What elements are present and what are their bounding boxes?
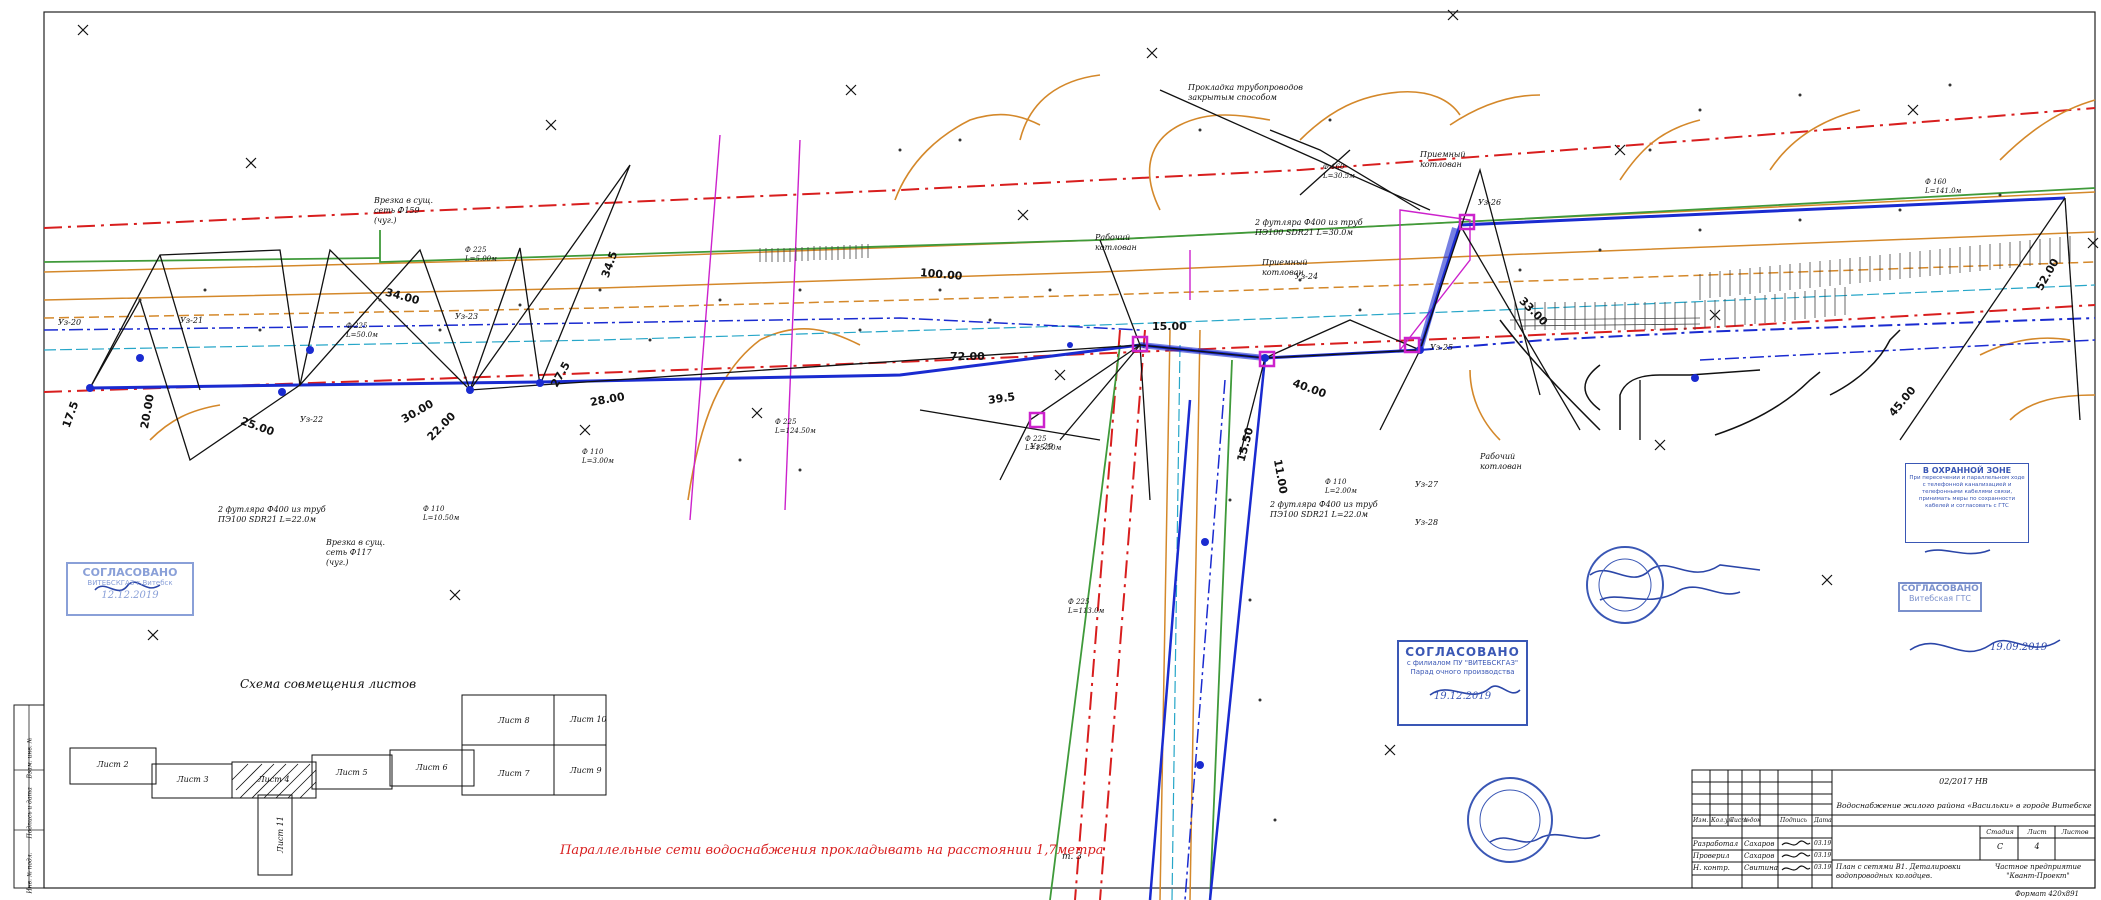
drawing-name: План с сетями В1. Деталировки водопровод…	[1836, 863, 1961, 880]
col-head: №док	[1744, 817, 1761, 824]
sheet-label: Лист 4	[258, 775, 290, 784]
sheet-label: Лист 5	[336, 768, 368, 777]
sheet-header: Лист	[2027, 828, 2047, 836]
agreed-stamp-left: СОГЛАСОВАНО ВИТЕБСКГАЗ г.Витебск 12.12.2…	[66, 562, 194, 616]
pipe-note-2: 2 футляра Ф400 из труб ПЭ100 SDR21 L=30.…	[1255, 218, 1363, 237]
terrain-contours	[149, 74, 2096, 501]
tie-in-note-1: Врезка в сущ. сеть Ф159 (чуг.)	[374, 196, 434, 225]
sheet-format: Формат 420х891	[2015, 890, 2080, 898]
pipe-dimension: Ф 160 L=141.0м	[1925, 178, 1962, 195]
agreed-stamp-date: 12.12.2019	[101, 590, 159, 601]
col-head: Изм.	[1693, 817, 1709, 824]
stage-header: Стадия	[1986, 828, 2014, 836]
agreed-stamp-title: СОГЛАСОВАНО	[1901, 584, 1979, 594]
pipe-dimension: Ф 110 L=3.00м	[582, 448, 614, 465]
col-head: Подпись	[1780, 817, 1808, 824]
receiving-well-label-2: Приемный котлован	[1420, 150, 1466, 169]
agreed-stamp-gts: СОГЛАСОВАНО Витебская ГТС	[1898, 582, 1982, 612]
node-label: Уз-25	[1430, 343, 1454, 352]
role: Н. контр.	[1693, 864, 1730, 872]
role: Проверил	[1693, 852, 1730, 860]
project-code: 02/2017 НВ	[1939, 777, 1988, 786]
sheet-label: Лист 10	[570, 715, 607, 724]
stage-value: С	[1996, 842, 2004, 851]
sheets-header: Листов	[2061, 828, 2089, 836]
hatched-embankment	[759, 236, 2071, 330]
sheet-label: Лист 6	[416, 763, 448, 772]
node-label: Уз-20	[58, 318, 82, 327]
sheet-number: 4	[2034, 842, 2040, 851]
node-label: Уз-21	[180, 316, 204, 325]
pipe-dimension: Ф 110 L=2.00м	[1325, 478, 1357, 495]
length-label: 72.00	[950, 350, 985, 363]
date: 03.19	[1814, 864, 1832, 871]
cyan-utility-lines	[43, 284, 2096, 900]
date: 03.19	[1814, 852, 1832, 859]
closed-laying-label: Прокладка трубопроводов закрытым способо…	[1188, 83, 1303, 102]
pipe-dimension: Ф 225 L=50.0м	[346, 322, 378, 339]
company-name: Частное предприятие "Квант-Проект"	[1994, 863, 2082, 880]
working-well-label-1: Рабочий котлован	[1095, 233, 1137, 252]
agreed-stamp-date: 19.12.2019	[1433, 691, 1492, 702]
pipe-note-1: 2 футляра Ф400 из труб ПЭ100 SDR21 L=22.…	[218, 505, 326, 524]
node-label: Уз-28	[1415, 518, 1439, 527]
gts-date: 19.09.2019	[1990, 642, 2048, 653]
parallel-networks-note: Параллельные сети водоснабжения проклады…	[560, 843, 1104, 858]
agreed-stamp-subtitle: с филиалом ПУ "ВИТЕБСКГАЗ" Парад очного …	[1406, 659, 1519, 676]
agreed-stamp-title: СОГЛАСОВАНО	[82, 566, 178, 579]
person: Свитина	[1744, 864, 1778, 872]
road-ramps	[1499, 319, 1901, 436]
col-head: Дата	[1814, 817, 1832, 824]
pipe-dimension: Ф 225 L=124.50м	[775, 418, 816, 435]
node-label: Уз-26	[1478, 198, 1502, 207]
person: Сахаров	[1744, 852, 1775, 860]
engineering-drawing-sheet: Прокладка трубопроводов закрытым способо…	[0, 0, 2101, 900]
red-boundary-lines	[43, 107, 2096, 900]
security-zone-text: При пересечении и параллельном ходе с те…	[1909, 475, 2025, 509]
node-label: Уз-24	[1295, 272, 1319, 281]
pipe-dimension: Ф 225 L=15.50м	[1025, 435, 1062, 452]
pipe-dimension: Ф 110 L=10.50м	[423, 505, 460, 522]
length-label: 15.00	[1152, 320, 1187, 333]
person: Сахаров	[1744, 840, 1775, 848]
sheet-label: Лист 9	[570, 766, 602, 775]
sheet-label: Лист 11	[275, 816, 285, 853]
tie-in-note-2: Врезка в сущ. сеть Ф117 (чуг.)	[326, 538, 386, 567]
role: Разработал	[1693, 840, 1739, 848]
sheet-label: Лист 8	[498, 716, 530, 725]
node-label: Уз-27	[1415, 480, 1439, 489]
working-well-label-2: Рабочий котлован	[1480, 452, 1522, 471]
sheet-label: Лист 7	[498, 769, 530, 778]
node-label: Уз-23	[455, 312, 479, 321]
sheet-label: Лист 3	[177, 775, 209, 784]
title-signatures	[1781, 840, 1811, 871]
agreed-stamp-title: СОГЛАСОВАНО	[1405, 645, 1520, 659]
pipe-dimension: Ф 225 L=5.00м	[465, 246, 497, 263]
sheet-label: Лист 2	[97, 760, 129, 769]
pipe-dimension: Ф 160 L=30.5м	[1323, 163, 1355, 180]
security-zone-title: В ОХРАННОЙ ЗОНЕ	[1922, 466, 2012, 475]
margin-label: Взам. инв. №	[26, 737, 34, 779]
date: 03.19	[1814, 840, 1832, 847]
signatures	[94, 549, 2061, 843]
pipe-dimension: Ф 225 L=113.0м	[1068, 598, 1105, 615]
project-name: Водоснабжение жилого района «Васильки» в…	[1836, 801, 2092, 810]
sheet-scheme-title: Схема совмещения листов	[240, 677, 417, 691]
pipe-note-3: 2 футляра Ф400 из труб ПЭ100 SDR21 L=22.…	[1270, 500, 1378, 519]
agreed-stamp-gas: СОГЛАСОВАНО с филиалом ПУ "ВИТЕБСКГАЗ" П…	[1397, 640, 1528, 726]
security-zone-stamp: В ОХРАННОЙ ЗОНЕ При пересечении и паралл…	[1905, 463, 2029, 543]
agreed-stamp-subtitle: ВИТЕБСКГАЗ г.Витебск	[87, 579, 173, 587]
node-label: Уз-22	[300, 415, 324, 424]
agreed-stamp-subtitle: Витебская ГТС	[1908, 594, 1972, 603]
